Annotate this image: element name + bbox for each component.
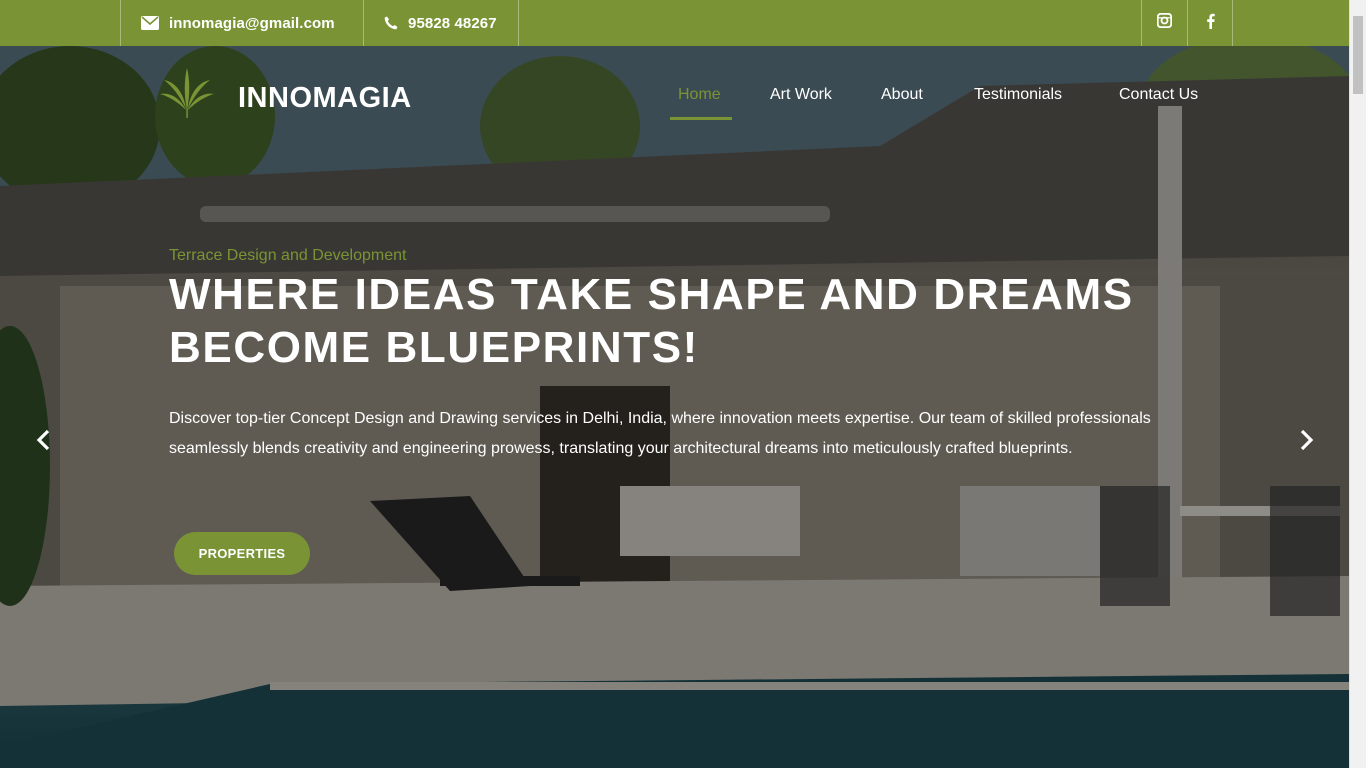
facebook-icon <box>1206 13 1215 34</box>
email-text: innomagia@gmail.com <box>169 14 335 32</box>
instagram-icon <box>1156 12 1173 33</box>
phone-contact[interactable]: 95828 48267 <box>363 0 519 46</box>
facebook-link[interactable] <box>1187 0 1233 46</box>
email-contact[interactable]: innomagia@gmail.com <box>120 0 364 46</box>
nav-art-work[interactable]: Art Work <box>770 86 832 108</box>
scrollbar-thumb[interactable] <box>1353 16 1363 94</box>
nav-testimonials[interactable]: Testimonials <box>974 86 1062 108</box>
nav-home[interactable]: Home <box>678 86 721 108</box>
properties-button[interactable]: PROPERTIES <box>174 532 310 575</box>
hero-headline: WHERE IDEAS TAKE SHAPE AND DREAMS BECOME… <box>169 270 1134 372</box>
chevron-left-icon[interactable] <box>32 428 56 452</box>
phone-icon <box>384 16 398 30</box>
nav-contact-us[interactable]: Contact Us <box>1119 86 1198 108</box>
chevron-right-icon[interactable] <box>1294 428 1318 452</box>
envelope-icon <box>141 16 159 30</box>
leaf-logo-icon[interactable] <box>158 66 216 123</box>
nav-active-indicator <box>670 117 732 120</box>
brand-name[interactable]: INNOMAGIA <box>238 82 412 115</box>
phone-text: 95828 48267 <box>408 14 497 32</box>
hero-description: Discover top-tier Concept Design and Dra… <box>169 410 1151 457</box>
nav-about[interactable]: About <box>881 86 923 108</box>
instagram-link[interactable] <box>1141 0 1187 46</box>
page-scrollbar[interactable] <box>1349 0 1366 768</box>
top-contact-bar: innomagia@gmail.com 95828 48267 <box>0 0 1349 46</box>
hero-eyebrow: Terrace Design and Development <box>169 247 407 264</box>
